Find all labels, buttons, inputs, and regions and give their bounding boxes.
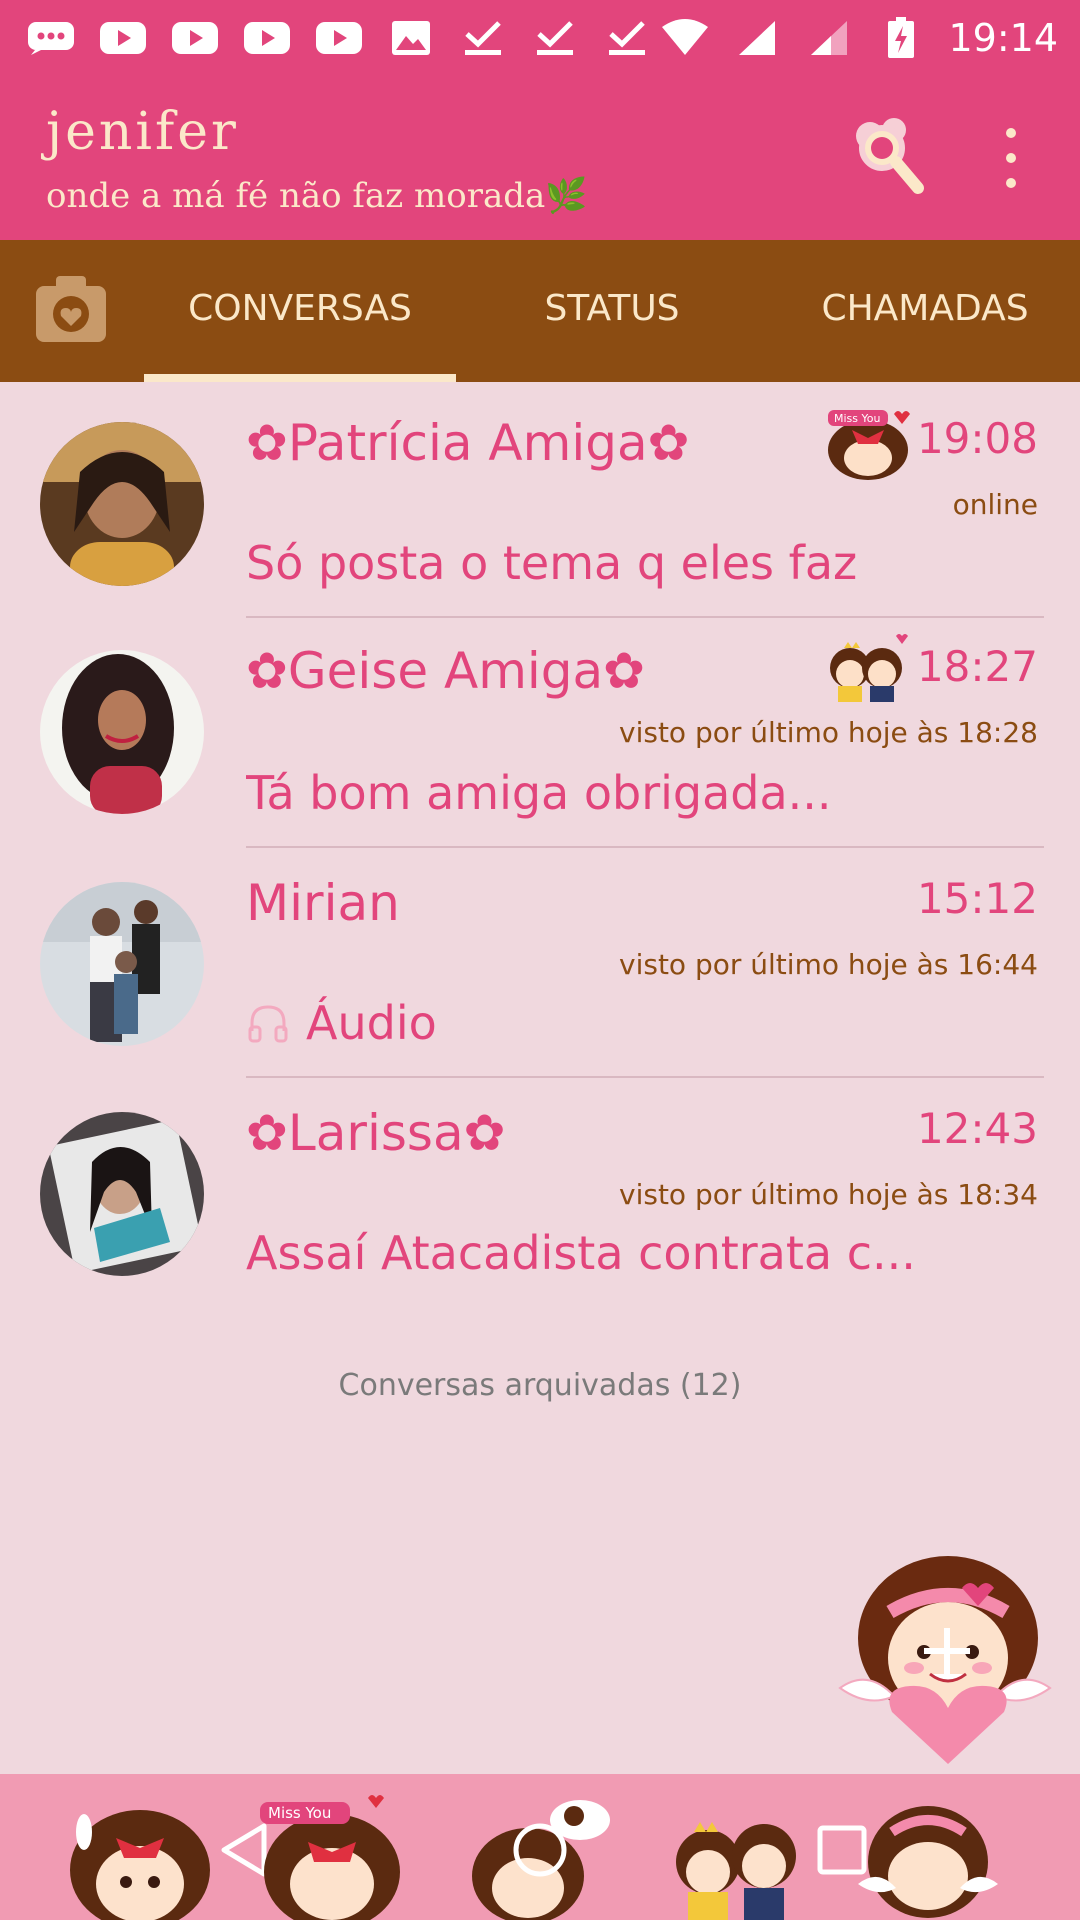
sticker-icon: Miss You <box>822 408 914 480</box>
signal-icon <box>804 20 854 56</box>
sticker-icon <box>820 632 912 704</box>
overflow-menu-icon[interactable] <box>996 128 1026 188</box>
archived-chats-link[interactable]: Conversas arquivadas (12) <box>0 1368 1080 1403</box>
avatar[interactable] <box>40 882 204 1046</box>
chat-status: online <box>952 488 1038 521</box>
youtube-icon <box>242 20 292 56</box>
chat-time: 12:43 <box>916 1104 1038 1153</box>
app-subtitle-text: onde a má fé não faz morada <box>46 176 546 216</box>
audio-label: Áudio <box>306 996 437 1050</box>
chat-last-message: Tá bom amiga obrigada... <box>246 766 832 820</box>
chat-status: visto por último hoje às 18:28 <box>619 716 1038 749</box>
app-subtitle: onde a má fé não faz morada🌿 <box>46 176 588 216</box>
new-chat-button[interactable] <box>838 1548 1052 1768</box>
chat-time: 19:08 <box>916 414 1038 463</box>
status-bar: 19:14 <box>0 0 1080 76</box>
avatar[interactable] <box>40 650 204 814</box>
chat-time: 18:27 <box>916 642 1038 691</box>
headphones-icon <box>246 1001 290 1045</box>
chat-status: visto por último hoje às 18:34 <box>619 1178 1038 1211</box>
divider <box>246 846 1044 848</box>
navigation-bar: Miss You <box>0 1774 1080 1920</box>
notification-icons <box>26 20 652 56</box>
app-bar: jenifer onde a má fé não faz morada🌿 <box>0 76 1080 240</box>
sticker-icon <box>858 1792 1008 1920</box>
chat-time: 15:12 <box>916 874 1038 923</box>
avatar[interactable] <box>40 1112 204 1276</box>
chat-row[interactable]: Mirian 15:12 visto por último hoje às 16… <box>0 852 1080 1082</box>
sticker-icon: Miss You <box>256 1792 406 1920</box>
chat-row[interactable]: ✿Geise Amiga✿ 18:27 visto por último hoj… <box>0 622 1080 852</box>
sticker-icon <box>60 1792 210 1920</box>
sticker-icon <box>664 1792 814 1920</box>
youtube-icon <box>314 20 364 56</box>
chat-bubble-icon <box>26 20 76 56</box>
chat-row[interactable]: ✿Larissa✿ 12:43 visto por último hoje às… <box>0 1082 1080 1312</box>
leaf-icon: 🌿 <box>545 176 588 216</box>
wifi-icon <box>660 19 710 56</box>
search-icon[interactable] <box>850 116 926 196</box>
tab-conversations[interactable]: CONVERSAS <box>144 288 456 329</box>
avatar[interactable] <box>40 422 204 586</box>
check-icon <box>458 20 508 56</box>
check-icon <box>530 20 580 56</box>
tab-status[interactable]: STATUS <box>472 288 752 329</box>
tab-indicator <box>144 374 456 382</box>
chat-last-message: Assaí Atacadista contrata c... <box>246 1226 916 1280</box>
chat-name: ✿Larissa✿ <box>246 1104 506 1162</box>
chat-name: Mirian <box>246 874 400 932</box>
chat-row[interactable]: ✿Patrícia Amiga✿ Miss You 19:08 online S… <box>0 392 1080 622</box>
app-title: jenifer <box>46 102 239 162</box>
youtube-icon <box>98 20 148 56</box>
chat-last-message: Só posta o tema q eles faz <box>246 536 858 590</box>
chat-status: visto por último hoje às 16:44 <box>619 948 1038 981</box>
svg-text:Miss You: Miss You <box>268 1804 331 1822</box>
svg-text:Miss You: Miss You <box>834 412 880 425</box>
chat-last-message: Áudio <box>246 996 437 1050</box>
divider <box>246 1076 1044 1078</box>
tab-bar: CONVERSAS STATUS CHAMADAS <box>0 240 1080 382</box>
home-button[interactable] <box>510 1820 570 1880</box>
battery-charging-icon <box>876 17 926 58</box>
signal-icon <box>732 20 782 56</box>
youtube-icon <box>170 20 220 56</box>
camera-icon[interactable] <box>34 274 108 344</box>
clock: 19:14 <box>948 16 1058 60</box>
image-icon <box>386 20 436 56</box>
tab-calls[interactable]: CHAMADAS <box>780 288 1070 329</box>
divider <box>246 616 1044 618</box>
chat-name: ✿Patrícia Amiga✿ <box>246 414 690 472</box>
check-icon <box>602 20 652 56</box>
chat-name: ✿Geise Amiga✿ <box>246 642 646 700</box>
